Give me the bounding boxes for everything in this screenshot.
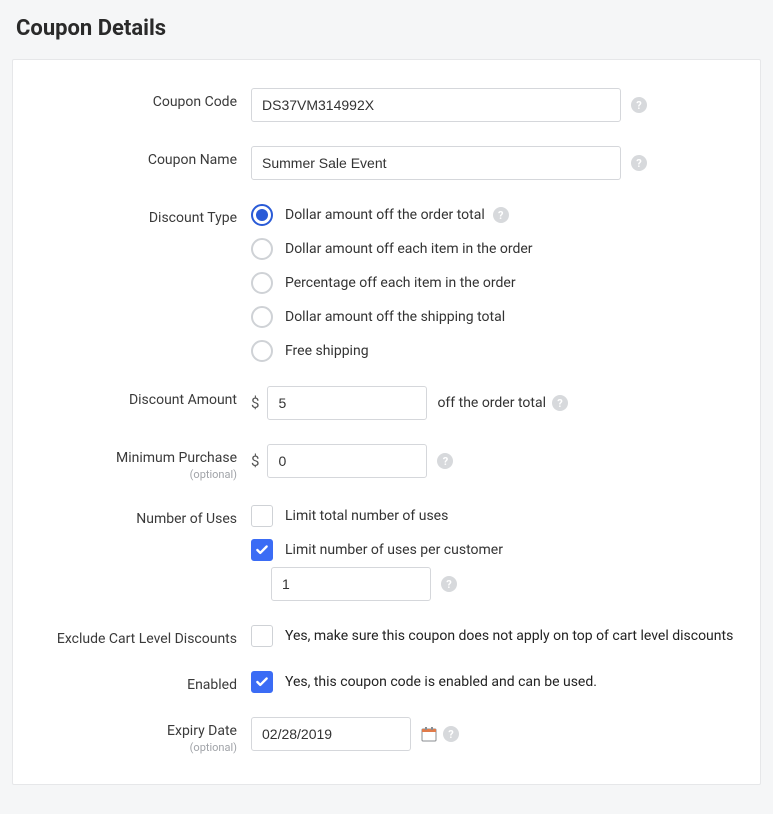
page-title: Coupon Details bbox=[16, 16, 761, 41]
number-of-uses-label: Number of Uses bbox=[31, 505, 251, 527]
discount-amount-input[interactable] bbox=[267, 386, 427, 420]
help-icon[interactable]: ? bbox=[441, 576, 457, 592]
enabled-checkbox[interactable] bbox=[251, 671, 273, 693]
minimum-purchase-input[interactable] bbox=[267, 444, 427, 478]
coupon-code-label: Coupon Code bbox=[31, 88, 251, 110]
discount-type-radio-each-item[interactable] bbox=[251, 238, 273, 260]
discount-type-radio-free-shipping[interactable] bbox=[251, 340, 273, 362]
exclude-cart-label: Exclude Cart Level Discounts bbox=[31, 625, 251, 647]
help-icon[interactable]: ? bbox=[437, 453, 453, 469]
help-icon[interactable]: ? bbox=[631, 97, 647, 113]
limit-per-customer-label: Limit number of uses per customer bbox=[285, 542, 503, 558]
expiry-date-label: Expiry Date bbox=[167, 723, 237, 739]
exclude-cart-text: Yes, make sure this coupon does not appl… bbox=[285, 628, 733, 644]
radio-label: Percentage off each item in the order bbox=[285, 275, 516, 291]
radio-label: Dollar amount off the shipping total bbox=[285, 309, 505, 325]
limit-total-checkbox[interactable] bbox=[251, 505, 273, 527]
coupon-name-input[interactable] bbox=[251, 146, 621, 180]
radio-label: Dollar amount off each item in the order bbox=[285, 241, 533, 257]
enabled-text: Yes, this coupon code is enabled and can… bbox=[285, 674, 597, 690]
discount-type-radio-order-total[interactable] bbox=[251, 204, 273, 226]
discount-amount-suffix: off the order total bbox=[437, 395, 546, 411]
discount-type-radio-shipping[interactable] bbox=[251, 306, 273, 328]
discount-type-group: Dollar amount off the order total ? Doll… bbox=[251, 204, 742, 362]
coupon-name-label: Coupon Name bbox=[31, 146, 251, 168]
help-icon[interactable]: ? bbox=[552, 395, 568, 411]
coupon-code-input[interactable] bbox=[251, 88, 621, 122]
discount-amount-label: Discount Amount bbox=[31, 386, 251, 408]
limit-per-customer-checkbox[interactable] bbox=[251, 539, 273, 561]
discount-type-label: Discount Type bbox=[31, 204, 251, 226]
minimum-purchase-label: Minimum Purchase bbox=[116, 450, 237, 466]
help-icon[interactable]: ? bbox=[443, 726, 459, 742]
discount-type-radio-percent-item[interactable] bbox=[251, 272, 273, 294]
per-customer-limit-input[interactable] bbox=[271, 567, 431, 601]
currency-symbol: $ bbox=[251, 452, 259, 470]
currency-symbol: $ bbox=[251, 394, 259, 412]
calendar-icon[interactable] bbox=[421, 726, 437, 742]
help-icon[interactable]: ? bbox=[631, 155, 647, 171]
limit-total-label: Limit total number of uses bbox=[285, 508, 448, 524]
exclude-cart-checkbox[interactable] bbox=[251, 625, 273, 647]
help-icon[interactable]: ? bbox=[493, 207, 509, 223]
optional-label: (optional) bbox=[31, 741, 237, 754]
expiry-date-input[interactable] bbox=[251, 717, 411, 751]
radio-label: Free shipping bbox=[285, 343, 369, 359]
coupon-details-panel: Coupon Code ? Coupon Name ? Discount Typ… bbox=[12, 59, 761, 785]
radio-label: Dollar amount off the order total bbox=[285, 207, 485, 223]
optional-label: (optional) bbox=[31, 468, 237, 481]
enabled-label: Enabled bbox=[31, 671, 251, 693]
